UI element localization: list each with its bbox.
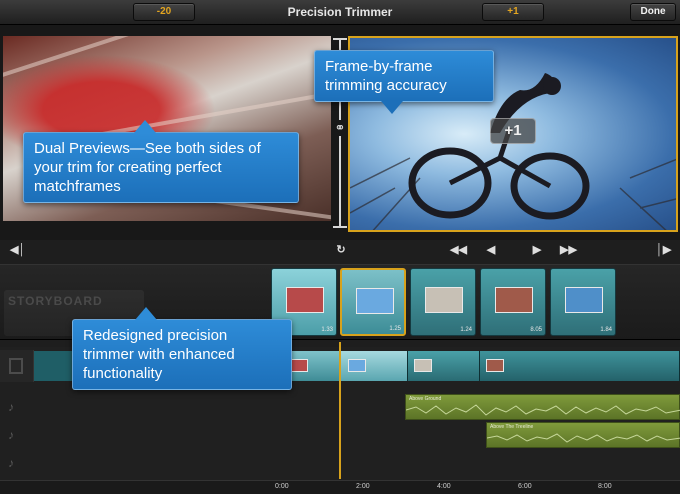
audio-clip-label: Above Ground — [409, 396, 442, 402]
done-button[interactable]: Done — [630, 3, 676, 21]
bike-frame-stripe — [3, 36, 241, 80]
callout-frame-accuracy: Frame-by-frame trimming accuracy — [314, 50, 494, 114]
audio-clip-label: Above The Treeline — [490, 424, 534, 430]
clip-thumbnail — [425, 287, 463, 313]
callout-tail — [134, 120, 156, 133]
music-note-icon: ♪ — [8, 428, 14, 442]
waveform — [406, 404, 680, 416]
ruler-tick: 6:00 — [518, 483, 532, 490]
storyboard-clip-selected[interactable]: 1.25 — [340, 268, 406, 336]
ruler-tick: 8:00 — [598, 483, 612, 490]
callout-frame-accuracy-text: Frame-by-frame trimming accuracy — [325, 58, 447, 94]
ruler-tick: 4:00 — [437, 483, 451, 490]
film-icon — [9, 358, 23, 374]
ruler-tick: 0:00 — [275, 483, 289, 490]
callout-precision-trimmer: Redesigned precision trimmer with enhanc… — [72, 307, 292, 390]
callout-tail — [381, 101, 403, 114]
clip-thumbnail — [356, 288, 394, 314]
timeline-thumbnail — [348, 359, 366, 372]
video-track-header — [0, 350, 34, 382]
clip-duration: 1.33 — [321, 327, 333, 333]
audio-clip[interactable]: Above The Treeline — [486, 422, 680, 448]
clip-thumbnail — [495, 287, 533, 313]
frame-offset-badge: +1 — [490, 118, 536, 144]
audio-clip[interactable]: Above Ground — [405, 394, 680, 420]
clip-thumbnail — [565, 287, 603, 313]
timeline-thumbnail — [290, 359, 308, 372]
step-back-icon[interactable]: ◀ — [484, 242, 498, 258]
callout-dual-previews: Dual Previews—See both sides of your tri… — [23, 120, 299, 203]
music-note-icon: ♪ — [8, 400, 14, 414]
ruler-tick: 2:00 — [356, 483, 370, 490]
clip-thumbnail — [286, 287, 324, 313]
storyboard-clip[interactable]: 1.84 — [550, 268, 616, 336]
page-title: Precision Trimmer — [287, 5, 393, 19]
skip-to-end-icon[interactable]: │▶ — [656, 242, 671, 258]
toolbar: -20 Precision Trimmer +1 Done — [0, 0, 680, 25]
timeline-thumbnail — [486, 359, 504, 372]
step-back-double-icon[interactable]: ◀◀ — [450, 242, 467, 258]
transport-bar: ◀│ ↻ ◀◀ ◀ ▶ ▶▶ │▶ — [0, 240, 680, 260]
waveform — [487, 433, 680, 443]
callout-tail — [135, 307, 157, 320]
precision-trimmer-app: -20 Precision Trimmer +1 Done ⚭ +1 Dual … — [0, 0, 680, 494]
playhead[interactable] — [339, 342, 341, 479]
right-offset-button[interactable]: +1 — [482, 3, 544, 21]
divider-cap-bottom — [333, 226, 347, 228]
step-forward-icon[interactable]: ▶ — [530, 242, 544, 258]
music-note-icon: ♪ — [8, 456, 14, 470]
swap-icon[interactable]: ↻ — [330, 242, 352, 258]
storyboard-clip[interactable]: 1.24 — [410, 268, 476, 336]
clip-duration: 1.24 — [460, 327, 472, 333]
callout-dual-previews-text: Dual Previews—See both sides of your tri… — [34, 140, 261, 195]
timeline-video-segment[interactable] — [480, 351, 680, 381]
storyboard-label: STORYBOARD — [8, 294, 103, 308]
timeline-thumbnail — [414, 359, 432, 372]
callout-precision-trimmer-text: Redesigned precision trimmer with enhanc… — [83, 327, 235, 382]
step-forward-double-icon[interactable]: ▶▶ — [560, 242, 577, 258]
left-offset-button[interactable]: -20 — [133, 3, 195, 21]
divider-cap-top — [333, 38, 347, 40]
skip-to-start-icon[interactable]: ◀│ — [10, 242, 25, 258]
link-icon: ⚭ — [333, 120, 347, 136]
clip-duration: 1.84 — [600, 327, 612, 333]
time-ruler — [0, 480, 680, 494]
clip-duration: 1.25 — [389, 326, 401, 332]
storyboard-clip[interactable]: 8.05 — [480, 268, 546, 336]
clip-duration: 8.05 — [530, 327, 542, 333]
